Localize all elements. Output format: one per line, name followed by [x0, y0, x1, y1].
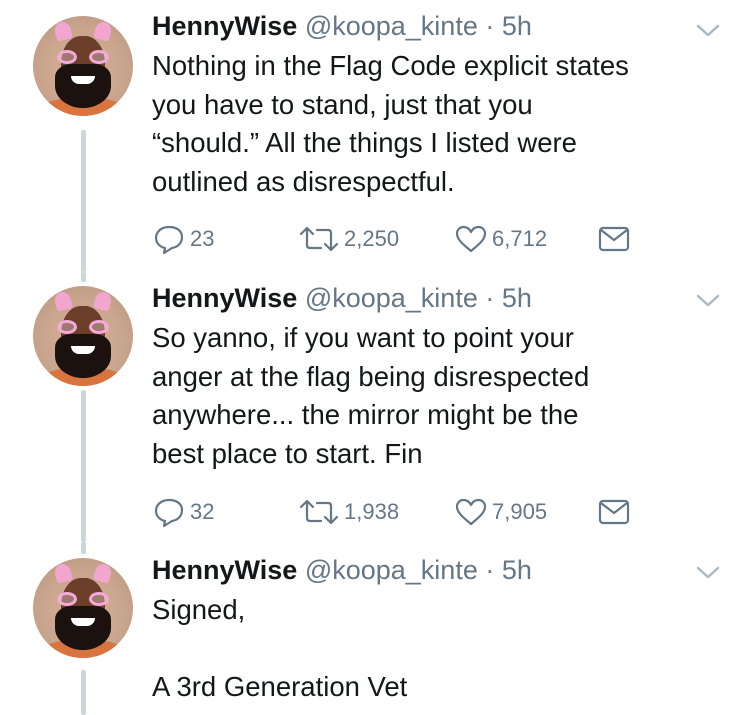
retweet-count: 1,938: [344, 499, 400, 524]
thread-line: [81, 670, 86, 715]
thread-line: [81, 390, 86, 542]
timestamp[interactable]: 5h: [502, 555, 532, 585]
user-handle[interactable]: @koopa_kinte: [305, 283, 478, 313]
heart-icon: [455, 498, 487, 526]
like-count: 7,905: [492, 499, 548, 524]
dm-button[interactable]: [598, 222, 630, 256]
tweet: HennyWise @koopa_kinte · 5h So yanno, if…: [0, 272, 750, 542]
tweet: HennyWise @koopa_kinte · 5h Signed, A 3r…: [0, 542, 750, 715]
chevron-down-icon[interactable]: [694, 562, 722, 582]
like-button[interactable]: 7,905: [454, 495, 547, 529]
tweet-text: Nothing in the Flag Code explicit states…: [152, 50, 629, 197]
user-handle[interactable]: @koopa_kinte: [305, 555, 478, 585]
tweet-text: Signed, A 3rd Generation Vet: [152, 594, 408, 702]
tweet-header: HennyWise @koopa_kinte · 5h: [152, 10, 532, 42]
separator: ·: [485, 283, 495, 313]
chevron-down-icon[interactable]: [694, 20, 722, 40]
display-name[interactable]: HennyWise: [152, 11, 297, 41]
like-count: 6,712: [492, 226, 548, 251]
timestamp[interactable]: 5h: [502, 283, 532, 313]
heart-icon: [455, 225, 487, 253]
separator: ·: [485, 555, 495, 585]
thread-line: [81, 130, 86, 272]
avatar[interactable]: [33, 16, 133, 116]
display-name[interactable]: HennyWise: [152, 555, 297, 585]
reply-button[interactable]: 32: [152, 495, 214, 529]
chevron-down-icon[interactable]: [694, 290, 722, 310]
retweet-icon: [299, 499, 339, 525]
retweet-icon: [299, 226, 339, 252]
tweet-header: HennyWise @koopa_kinte · 5h: [152, 554, 532, 586]
retweet-button[interactable]: 1,938: [298, 495, 399, 529]
reply-count: 23: [190, 226, 215, 251]
dm-button[interactable]: [598, 495, 630, 529]
display-name[interactable]: HennyWise: [152, 283, 297, 313]
reply-icon: [154, 225, 184, 255]
thread-line: [81, 272, 86, 282]
tweet-header: HennyWise @koopa_kinte · 5h: [152, 282, 532, 314]
tweet: HennyWise @koopa_kinte · 5h Nothing in t…: [0, 0, 750, 272]
user-handle[interactable]: @koopa_kinte: [305, 11, 478, 41]
separator: ·: [485, 11, 495, 41]
reply-icon: [154, 498, 184, 528]
avatar[interactable]: [33, 286, 133, 386]
envelope-icon: [598, 226, 630, 252]
reply-button[interactable]: 23: [152, 222, 214, 256]
tweet-text: So yanno, if you want to point your ange…: [152, 322, 590, 469]
thread-line: [81, 542, 86, 554]
timestamp[interactable]: 5h: [502, 11, 532, 41]
reply-count: 32: [190, 499, 215, 524]
retweet-button[interactable]: 2,250: [298, 222, 399, 256]
retweet-count: 2,250: [344, 226, 400, 251]
like-button[interactable]: 6,712: [454, 222, 547, 256]
avatar[interactable]: [33, 558, 133, 658]
envelope-icon: [598, 499, 630, 525]
